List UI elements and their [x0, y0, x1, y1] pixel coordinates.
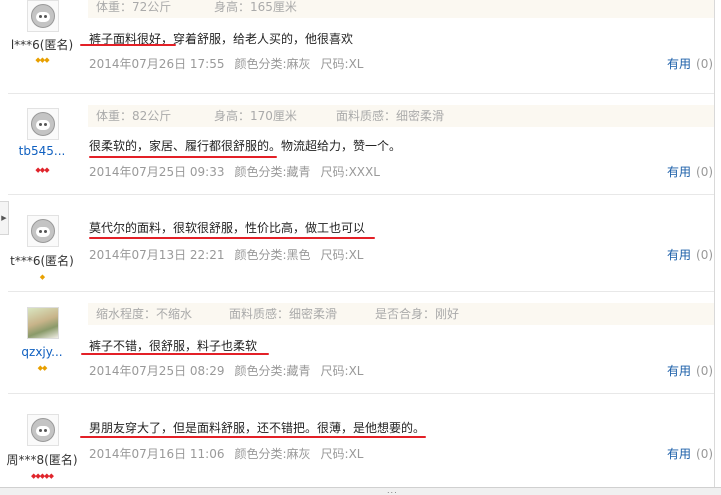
- avatar-eye-icon: [39, 429, 42, 432]
- bottom-resize-bar[interactable]: ...: [0, 487, 721, 495]
- avatar-face-icon: [31, 219, 55, 243]
- reviewer-name[interactable]: qzxjy...: [0, 345, 84, 359]
- property-weight: 体重：72公斤: [96, 0, 172, 14]
- review-color: 颜色分类:藏青: [234, 165, 311, 179]
- review-color: 颜色分类:黑色: [234, 248, 311, 262]
- property-fabric: 面料质感：细密柔滑: [336, 109, 445, 123]
- review-text: 很柔软的，家居、履行都很舒服的。物流超给力，赞一个。: [89, 139, 402, 153]
- avatar-face-icon: [31, 4, 55, 28]
- property-height: 身高：170厘米: [214, 109, 297, 123]
- review-date: 2014年07月25日 09:33: [89, 165, 225, 179]
- highlight-underline: [89, 156, 277, 158]
- useful-count: (0): [696, 364, 714, 378]
- property-height: 身高：165厘米: [214, 0, 297, 14]
- highlight-underline: [81, 353, 269, 355]
- review-text: 莫代尔的面料，很软很舒服，性价比高，做工也可以: [89, 221, 366, 235]
- default-avatar[interactable]: [27, 215, 59, 247]
- review-size: 尺码:XL: [320, 447, 364, 461]
- useful-counter: 有用 (0): [667, 163, 713, 180]
- highlight-underline: [89, 237, 375, 239]
- avatar-eye-icon: [39, 15, 42, 18]
- avatar-eye-icon: [44, 429, 47, 432]
- useful-counter: 有用 (0): [667, 55, 713, 72]
- review-size: 尺码:XXXL: [320, 165, 380, 179]
- useful-button[interactable]: 有用: [667, 248, 691, 262]
- review-text: 裤子不错，很舒服，料子也柔软: [89, 339, 258, 353]
- property-fabric: 面料质感：细密柔滑: [229, 307, 338, 321]
- useful-counter: 有用 (0): [667, 362, 713, 379]
- useful-button[interactable]: 有用: [667, 165, 691, 179]
- useful-counter: 有用 (0): [667, 445, 713, 462]
- review-color: 颜色分类:麻灰: [234, 57, 311, 71]
- review-list-page: ▶ l***6(匿名) ◆◆◆ 体重：72公斤 身高：165厘米 裤子面料很好，穿…: [0, 0, 721, 495]
- avatar-eye-icon: [44, 123, 47, 126]
- review-meta: 2014年07月16日 11:06 颜色分类:麻灰 尺码:XL: [89, 445, 373, 462]
- review-size: 尺码:XL: [320, 364, 364, 378]
- buyer-level-icon: ◆◆◆: [35, 166, 49, 174]
- avatar-eye-icon: [44, 230, 47, 233]
- reviewer-name[interactable]: tb545...: [0, 144, 84, 158]
- avatar-eye-icon: [39, 230, 42, 233]
- useful-count: (0): [696, 248, 714, 262]
- review-properties: 缩水程度：不缩水 面料质感：细密柔滑 是否合身：刚好: [88, 303, 714, 325]
- review-date: 2014年07月13日 22:21: [89, 248, 225, 262]
- expand-arrow-icon[interactable]: ▶: [0, 201, 9, 235]
- review-meta: 2014年07月25日 08:29 颜色分类:藏青 尺码:XL: [89, 362, 373, 379]
- highlight-underline: [80, 436, 426, 438]
- review-meta: 2014年07月25日 09:33 颜色分类:藏青 尺码:XXXL: [89, 163, 390, 180]
- useful-button[interactable]: 有用: [667, 447, 691, 461]
- review-color: 颜色分类:麻灰: [234, 447, 311, 461]
- review-date: 2014年07月16日 11:06: [89, 447, 225, 461]
- review-meta: 2014年07月13日 22:21 颜色分类:黑色 尺码:XL: [89, 246, 373, 263]
- default-avatar[interactable]: [27, 108, 59, 140]
- useful-button[interactable]: 有用: [667, 57, 691, 71]
- useful-counter: 有用 (0): [667, 246, 713, 263]
- property-fit: 是否合身：刚好: [375, 307, 460, 321]
- property-shrinkage: 缩水程度：不缩水: [96, 307, 193, 321]
- review-divider: [8, 393, 714, 394]
- avatar-eye-icon: [39, 123, 42, 126]
- review-properties: 体重：82公斤 身高：170厘米 面料质感：细密柔滑: [88, 105, 714, 127]
- buyer-level-icon: ◆: [39, 273, 45, 281]
- review-date: 2014年07月26日 17:55: [89, 57, 225, 71]
- review-properties: 体重：72公斤 身高：165厘米: [88, 0, 714, 18]
- useful-count: (0): [696, 57, 714, 71]
- buyer-level-icon: ◆◆: [37, 364, 48, 372]
- reviewer-name: 周***8(匿名): [6, 453, 78, 467]
- review-size: 尺码:XL: [320, 57, 364, 71]
- review-date: 2014年07月25日 08:29: [89, 364, 225, 378]
- avatar-face-icon: [31, 112, 55, 136]
- avatar-eye-icon: [44, 15, 47, 18]
- review-meta: 2014年07月26日 17:55 颜色分类:麻灰 尺码:XL: [89, 55, 373, 72]
- default-avatar[interactable]: [27, 414, 59, 446]
- review-divider: [8, 93, 714, 94]
- buyer-level-icon: ◆◆◆◆◆: [31, 472, 54, 480]
- reviewer-name: l***6(匿名): [10, 38, 74, 52]
- review-size: 尺码:XL: [320, 248, 364, 262]
- user-photo-avatar[interactable]: [27, 307, 59, 339]
- useful-button[interactable]: 有用: [667, 364, 691, 378]
- review-color: 颜色分类:藏青: [234, 364, 311, 378]
- default-avatar[interactable]: [27, 0, 59, 32]
- review-divider: [8, 291, 714, 292]
- useful-count: (0): [696, 447, 714, 461]
- avatar-face-icon: [31, 418, 55, 442]
- review-divider: [8, 194, 714, 195]
- property-weight: 体重：82公斤: [96, 109, 172, 123]
- highlight-underline: [80, 44, 176, 46]
- reviewer-name: t***6(匿名): [10, 254, 74, 268]
- resize-grip-icon[interactable]: ...: [387, 487, 398, 495]
- useful-count: (0): [696, 165, 714, 179]
- review-text: 男朋友穿大了，但是面料舒服，还不错把。很薄，是他想要的。: [89, 421, 426, 435]
- scrollbar-border: [714, 0, 715, 487]
- buyer-level-icon: ◆◆◆: [35, 56, 49, 64]
